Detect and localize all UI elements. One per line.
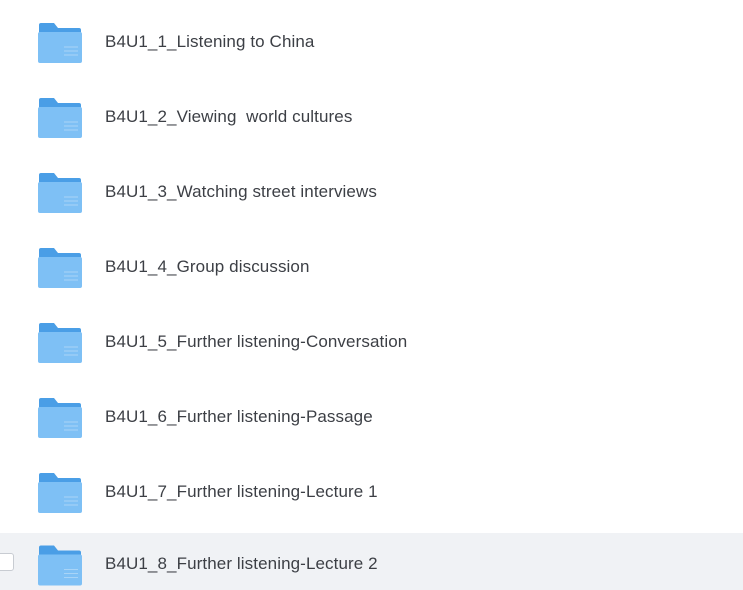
file-name: B4U1_3_Watching street interviews: [105, 182, 377, 201]
file-name: B4U1_2_Viewing world cultures: [105, 107, 353, 126]
folder-icon: [38, 545, 82, 586]
file-name: B4U1_4_Group discussion: [105, 257, 310, 276]
file-row-6[interactable]: B4U1_6_Further listening-Passage: [0, 389, 743, 445]
file-name: B4U1_5_Further listening-Conversation: [105, 332, 408, 351]
file-row-2[interactable]: B4U1_2_Viewing world cultures: [0, 89, 743, 145]
file-row-5[interactable]: B4U1_5_Further listening-Conversation: [0, 314, 743, 370]
file-name: B4U1_6_Further listening-Passage: [105, 407, 373, 426]
folder-icon: [38, 398, 82, 438]
file-row-7[interactable]: B4U1_7_Further listening-Lecture 1: [0, 464, 743, 520]
folder-icon: [38, 248, 82, 288]
file-row-8[interactable]: B4U1_8_Further listening-Lecture 2: [0, 533, 743, 590]
folder-icon: [38, 98, 82, 138]
folder-icon: [38, 473, 82, 513]
file-row-4[interactable]: B4U1_4_Group discussion: [0, 239, 743, 295]
file-name: B4U1_7_Further listening-Lecture 1: [105, 482, 378, 501]
folder-icon: [38, 323, 82, 363]
file-list: B4U1_1_Listening to China B4U1_2_Viewing…: [0, 0, 743, 590]
file-name: B4U1_1_Listening to China: [105, 32, 315, 51]
file-name: B4U1_8_Further listening-Lecture 2: [105, 553, 378, 573]
file-row-3[interactable]: B4U1_3_Watching street interviews: [0, 164, 743, 220]
folder-icon: [38, 23, 82, 63]
folder-icon: [38, 173, 82, 213]
file-row-1[interactable]: B4U1_1_Listening to China: [0, 14, 743, 70]
row-checkbox[interactable]: [0, 552, 14, 571]
